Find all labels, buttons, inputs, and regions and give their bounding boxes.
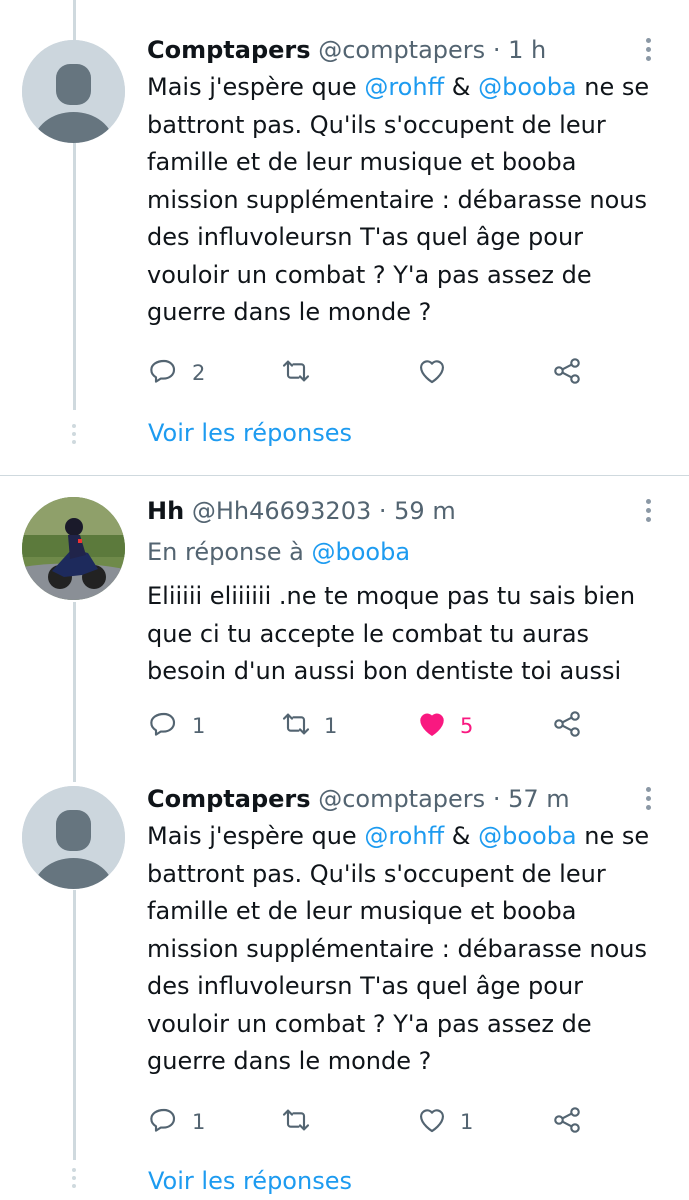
- avatar[interactable]: [22, 40, 125, 143]
- tweet-header: Comptapers @comptapers · 1 h: [147, 35, 546, 65]
- retweet-icon: [280, 355, 312, 392]
- tweet-text-segment: Mais j'espère que: [147, 73, 365, 101]
- retweet-count: 1: [324, 714, 338, 738]
- tweet-header: Comptapers @comptapers · 57 m: [147, 784, 570, 814]
- tweet-text: Mais j'espère que @rohff & @booba ne se …: [147, 69, 667, 332]
- reply-bubble-icon: [148, 1104, 180, 1141]
- reply-prefix: En réponse à: [147, 538, 312, 566]
- tweet-header: Hh @Hh46693203 · 59 m: [147, 496, 456, 526]
- reply-bubble-icon: [148, 708, 180, 745]
- tweet-text-segment: ne se battront pas. Qu'ils s'occupent de…: [147, 73, 650, 326]
- share-icon: [551, 1104, 583, 1141]
- heart-filled-icon: [416, 708, 448, 745]
- tweet-text-segment: Mais j'espère que: [147, 822, 365, 850]
- show-replies-link[interactable]: Voir les réponses: [148, 1166, 352, 1196]
- timestamp[interactable]: 57 m: [508, 785, 570, 813]
- divider: [0, 475, 689, 476]
- reply-button[interactable]: 1: [148, 1105, 205, 1139]
- share-icon: [551, 708, 583, 745]
- separator: ·: [378, 497, 387, 525]
- more-options-icon[interactable]: [646, 787, 654, 814]
- like-count: 1: [460, 1110, 474, 1134]
- tweet-text: Eliiiii eliiiiii .ne te moque pas tu sai…: [147, 578, 667, 691]
- reply-count: 1: [192, 1110, 206, 1134]
- retweet-button[interactable]: [280, 1105, 324, 1139]
- thread-dots: [72, 1168, 77, 1192]
- more-options-icon[interactable]: [646, 499, 654, 526]
- heart-outline-icon: [416, 1104, 448, 1141]
- share-icon: [551, 355, 583, 392]
- author-name[interactable]: Comptapers: [147, 36, 311, 64]
- reply-context: En réponse à @booba: [147, 537, 410, 567]
- like-button[interactable]: 5: [416, 709, 473, 743]
- author-name[interactable]: Hh: [147, 497, 184, 525]
- avatar[interactable]: [22, 786, 125, 889]
- like-button[interactable]: [416, 356, 460, 390]
- author-handle[interactable]: @comptapers: [318, 785, 485, 813]
- heart-outline-icon: [416, 355, 448, 392]
- reply-count: 1: [192, 714, 206, 738]
- reply-target-link[interactable]: @booba: [311, 538, 410, 566]
- default-avatar-icon: [22, 786, 125, 889]
- tweet-text-segment: Eliiiii eliiiiii .ne te moque pas tu sai…: [147, 582, 636, 685]
- avatar[interactable]: [22, 497, 125, 600]
- thread-line: [73, 602, 76, 782]
- retweet-icon: [280, 1104, 312, 1141]
- thread-dots: [72, 424, 77, 448]
- reply-button[interactable]: 2: [148, 356, 205, 390]
- timestamp[interactable]: 1 h: [508, 36, 546, 64]
- show-replies-link[interactable]: Voir les réponses: [148, 418, 352, 448]
- tweet-text: Mais j'espère que @rohff & @booba ne se …: [147, 818, 667, 1081]
- share-button[interactable]: [551, 1105, 583, 1139]
- timestamp[interactable]: 59 m: [394, 497, 456, 525]
- tweet-text-segment: ne se battront pas. Qu'ils s'occupent de…: [147, 822, 650, 1075]
- mention-link[interactable]: @booba: [478, 822, 577, 850]
- tweet-text-segment: &: [444, 73, 479, 101]
- more-options-icon[interactable]: [646, 38, 654, 65]
- retweet-button[interactable]: 1: [280, 709, 337, 743]
- like-button[interactable]: 1: [416, 1105, 473, 1139]
- retweet-icon: [280, 708, 312, 745]
- share-button[interactable]: [551, 709, 583, 743]
- like-count: 5: [460, 714, 474, 738]
- motorcycle-rider-avatar-icon: [22, 497, 125, 600]
- tweet-text-segment: &: [444, 822, 479, 850]
- author-handle[interactable]: @comptapers: [318, 36, 485, 64]
- separator: ·: [492, 785, 501, 813]
- reply-bubble-icon: [148, 355, 180, 392]
- mention-link[interactable]: @rohff: [364, 73, 444, 101]
- default-avatar-icon: [22, 40, 125, 143]
- retweet-button[interactable]: [280, 356, 324, 390]
- reply-button[interactable]: 1: [148, 709, 205, 743]
- author-handle[interactable]: @Hh46693203: [192, 497, 371, 525]
- author-name[interactable]: Comptapers: [147, 785, 311, 813]
- reply-count: 2: [192, 361, 206, 385]
- mention-link[interactable]: @rohff: [364, 822, 444, 850]
- mention-link[interactable]: @booba: [478, 73, 577, 101]
- share-button[interactable]: [551, 356, 583, 390]
- thread-line: [73, 890, 76, 1160]
- separator: ·: [492, 36, 501, 64]
